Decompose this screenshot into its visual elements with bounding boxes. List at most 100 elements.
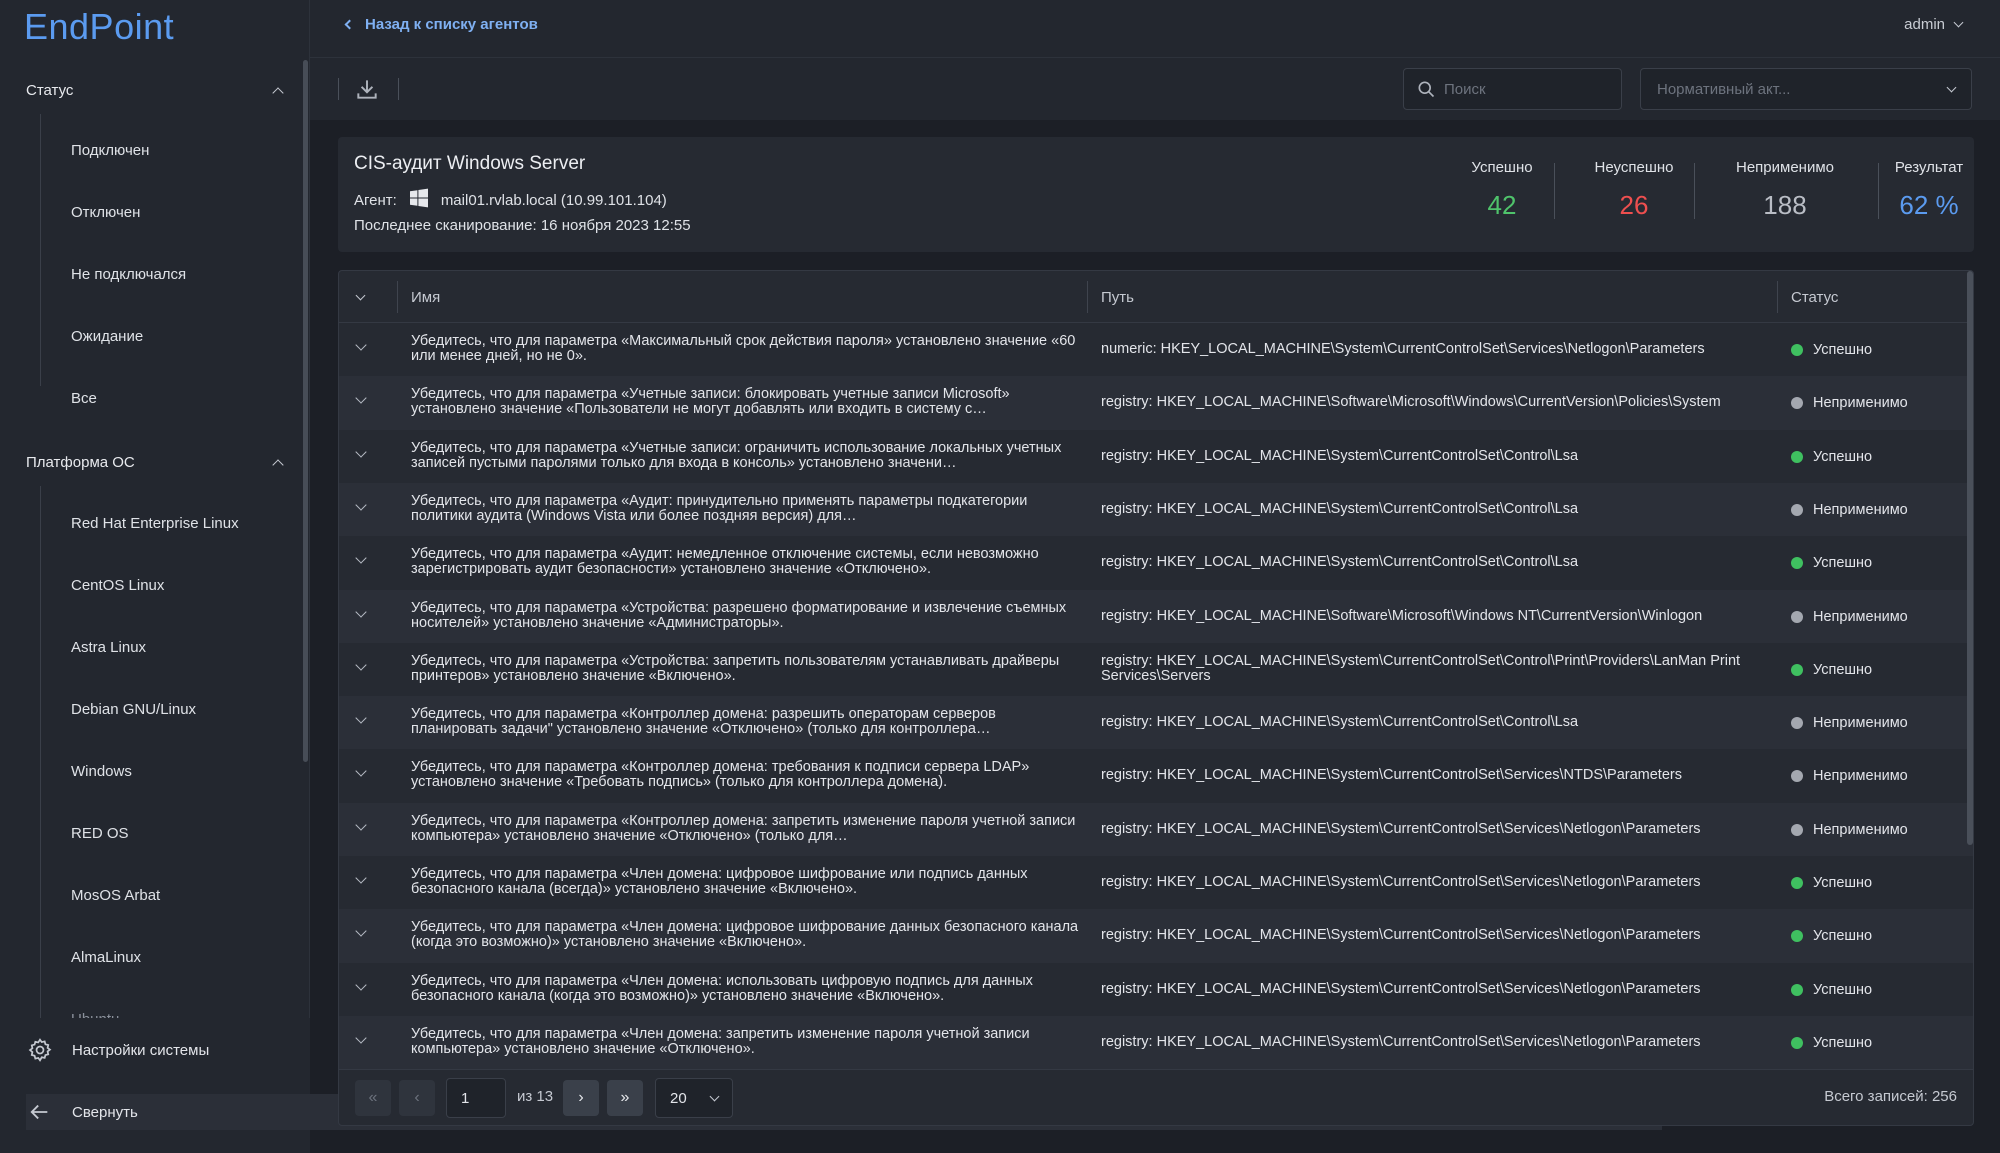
group-divider: [40, 114, 41, 386]
prev-page-button[interactable]: ‹: [399, 1080, 435, 1116]
sidebar-item-windows[interactable]: Windows: [71, 756, 132, 786]
table-row[interactable]: Убедитесь, что для параметра «Аудит: нем…: [339, 536, 1973, 589]
chevron-left-icon: [344, 19, 355, 30]
chevron-down-icon[interactable]: [355, 819, 367, 831]
chevron-down-icon[interactable]: [355, 712, 367, 724]
column-header-path[interactable]: Путь: [1101, 271, 1134, 323]
first-page-button[interactable]: «: [355, 1080, 391, 1116]
sidebar-item-never-connected[interactable]: Не подключался: [71, 259, 186, 289]
row-status-label: Успешно: [1813, 555, 1873, 572]
status-dot-icon: [1791, 503, 1803, 516]
agent-label: Агент:: [354, 191, 397, 209]
status-dot-icon: [1791, 557, 1803, 570]
chevron-down-icon[interactable]: [355, 445, 367, 458]
sidebar-item-ubuntu[interactable]: Ubuntu: [71, 1004, 119, 1019]
table-row[interactable]: Убедитесь, что для параметра «Член домен…: [339, 856, 1973, 909]
page-input[interactable]: 1: [446, 1078, 506, 1118]
stat-fail-value: 26: [1619, 190, 1649, 220]
user-menu[interactable]: admin: [1904, 16, 1964, 33]
sidebar-item-redos[interactable]: RED OS: [71, 818, 129, 848]
table-scrollbar[interactable]: [1967, 271, 1973, 845]
table-row[interactable]: Убедитесь, что для параметра «Контроллер…: [339, 802, 1973, 856]
chevron-down-icon[interactable]: [355, 605, 367, 618]
table-row[interactable]: Убедитесь, что для параметра «Контроллер…: [339, 696, 1973, 750]
table-row[interactable]: Убедитесь, что для параметра «Аудит: при…: [339, 482, 1973, 537]
row-status: Успешно: [1791, 928, 1872, 944]
row-status-label: Неприменимо: [1813, 501, 1908, 518]
status-dot-icon: [1791, 930, 1803, 943]
table-row[interactable]: Убедитесь, что для параметра «Член домен…: [339, 1015, 1973, 1069]
row-path: registry: HKEY_LOCAL_MACHINE\System\Curr…: [1101, 927, 1701, 944]
download-icon[interactable]: [354, 76, 380, 102]
sidebar-item-astra[interactable]: Astra Linux: [71, 632, 146, 662]
column-header-name[interactable]: Имя: [411, 271, 440, 323]
sidebar-item-centos[interactable]: CentOS Linux: [71, 570, 164, 600]
status-dot-icon: [1791, 877, 1803, 889]
last-page-button[interactable]: »: [607, 1080, 643, 1116]
status-dot-icon: [1791, 397, 1803, 410]
row-path: registry: HKEY_LOCAL_MACHINE\System\Curr…: [1101, 767, 1682, 784]
table-row[interactable]: Убедитесь, что для параметра «Устройства…: [339, 643, 1973, 696]
status-dot-icon: [1791, 610, 1803, 623]
row-path: registry: HKEY_LOCAL_MACHINE\System\Curr…: [1101, 500, 1579, 517]
column-header-status[interactable]: Статус: [1791, 271, 1838, 323]
row-status-label: Неприменимо: [1813, 395, 1908, 412]
status-group-title: Статус: [26, 81, 74, 99]
row-name: Убедитесь, что для параметра «Учетные за…: [411, 387, 1010, 418]
sidebar-scrollbar[interactable]: [303, 60, 308, 762]
last-scan: Последнее сканирование: 16 ноября 2023 1…: [354, 217, 691, 234]
table-header: Имя Путь Статус: [339, 271, 1973, 323]
expand-all-toggle[interactable]: [355, 271, 366, 323]
standard-placeholder: Нормативный акт...: [1657, 80, 1791, 98]
row-name: Убедитесь, что для параметра «Аудит: нем…: [411, 547, 1039, 578]
table-row[interactable]: Убедитесь, что для параметра «Устройства…: [339, 589, 1973, 643]
row-name: Убедитесь, что для параметра «Контроллер…: [411, 813, 1076, 844]
row-status-label: Неприменимо: [1813, 608, 1908, 625]
table-row[interactable]: Убедитесь, что для параметра «Учетные за…: [339, 376, 1973, 430]
status-dot-icon: [1791, 450, 1803, 463]
chevron-down-icon[interactable]: [355, 925, 367, 937]
table-row[interactable]: Убедитесь, что для параметра «Максимальн…: [339, 323, 1973, 376]
status-group-header[interactable]: Статус: [26, 70, 286, 110]
arrow-left-icon: [26, 1098, 54, 1126]
chevron-down-icon[interactable]: [355, 392, 367, 404]
column-divider: [397, 281, 398, 313]
sidebar-item-debian[interactable]: Debian GNU/Linux: [71, 694, 196, 724]
standard-select[interactable]: Нормативный акт...: [1640, 68, 1972, 110]
row-status: Успешно: [1791, 662, 1872, 678]
sidebar-item-rhel[interactable]: Red Hat Enterprise Linux: [71, 508, 239, 538]
chevron-down-icon[interactable]: [355, 978, 367, 991]
search-input[interactable]: Поиск: [1403, 68, 1622, 110]
sidebar-item-waiting[interactable]: Ожидание: [71, 321, 143, 351]
app-logo: EndPoint: [24, 6, 175, 47]
sidebar-item-connected[interactable]: Подключен: [71, 135, 149, 165]
row-status: Неприменимо: [1791, 502, 1908, 518]
page-size-select[interactable]: 20: [655, 1078, 733, 1118]
next-page-button[interactable]: ›: [563, 1080, 599, 1116]
row-status: Успешно: [1791, 1035, 1872, 1051]
pagination: « ‹ 1 из 13 › » 20 Всего записей: 256: [339, 1069, 1973, 1125]
platform-group-header[interactable]: Платформа ОС: [26, 442, 286, 482]
row-status-label: Неприменимо: [1813, 715, 1908, 732]
sidebar-item-mosos[interactable]: MosOS Arbat: [71, 880, 160, 910]
table-row[interactable]: Убедитесь, что для параметра «Член домен…: [339, 909, 1973, 963]
chevron-down-icon[interactable]: [355, 1032, 367, 1044]
sidebar-item-all[interactable]: Все: [71, 383, 97, 413]
table-row[interactable]: Убедитесь, что для параметра «Контроллер…: [339, 749, 1973, 802]
sidebar-item-almalinux[interactable]: AlmaLinux: [71, 942, 141, 972]
chevron-down-icon[interactable]: [355, 339, 367, 351]
row-status-label: Успешно: [1813, 1034, 1873, 1051]
back-to-agents-link[interactable]: Назад к списку агентов: [344, 16, 538, 33]
audit-title: CIS-аудит Windows Server: [354, 153, 586, 174]
table-row[interactable]: Убедитесь, что для параметра «Учетные за…: [339, 430, 1973, 483]
chevron-down-icon[interactable]: [355, 499, 367, 511]
table-row[interactable]: Убедитесь, что для параметра «Член домен…: [339, 963, 1973, 1016]
chevron-down-icon[interactable]: [355, 872, 367, 884]
column-divider: [1087, 281, 1088, 313]
chevron-down-icon[interactable]: [355, 659, 367, 671]
row-name: Убедитесь, что для параметра «Максимальн…: [411, 334, 1076, 364]
chevron-down-icon[interactable]: [355, 552, 367, 564]
page-count: из 13: [517, 1088, 554, 1105]
sidebar-item-disconnected[interactable]: Отключен: [71, 197, 140, 227]
chevron-down-icon[interactable]: [355, 765, 367, 778]
